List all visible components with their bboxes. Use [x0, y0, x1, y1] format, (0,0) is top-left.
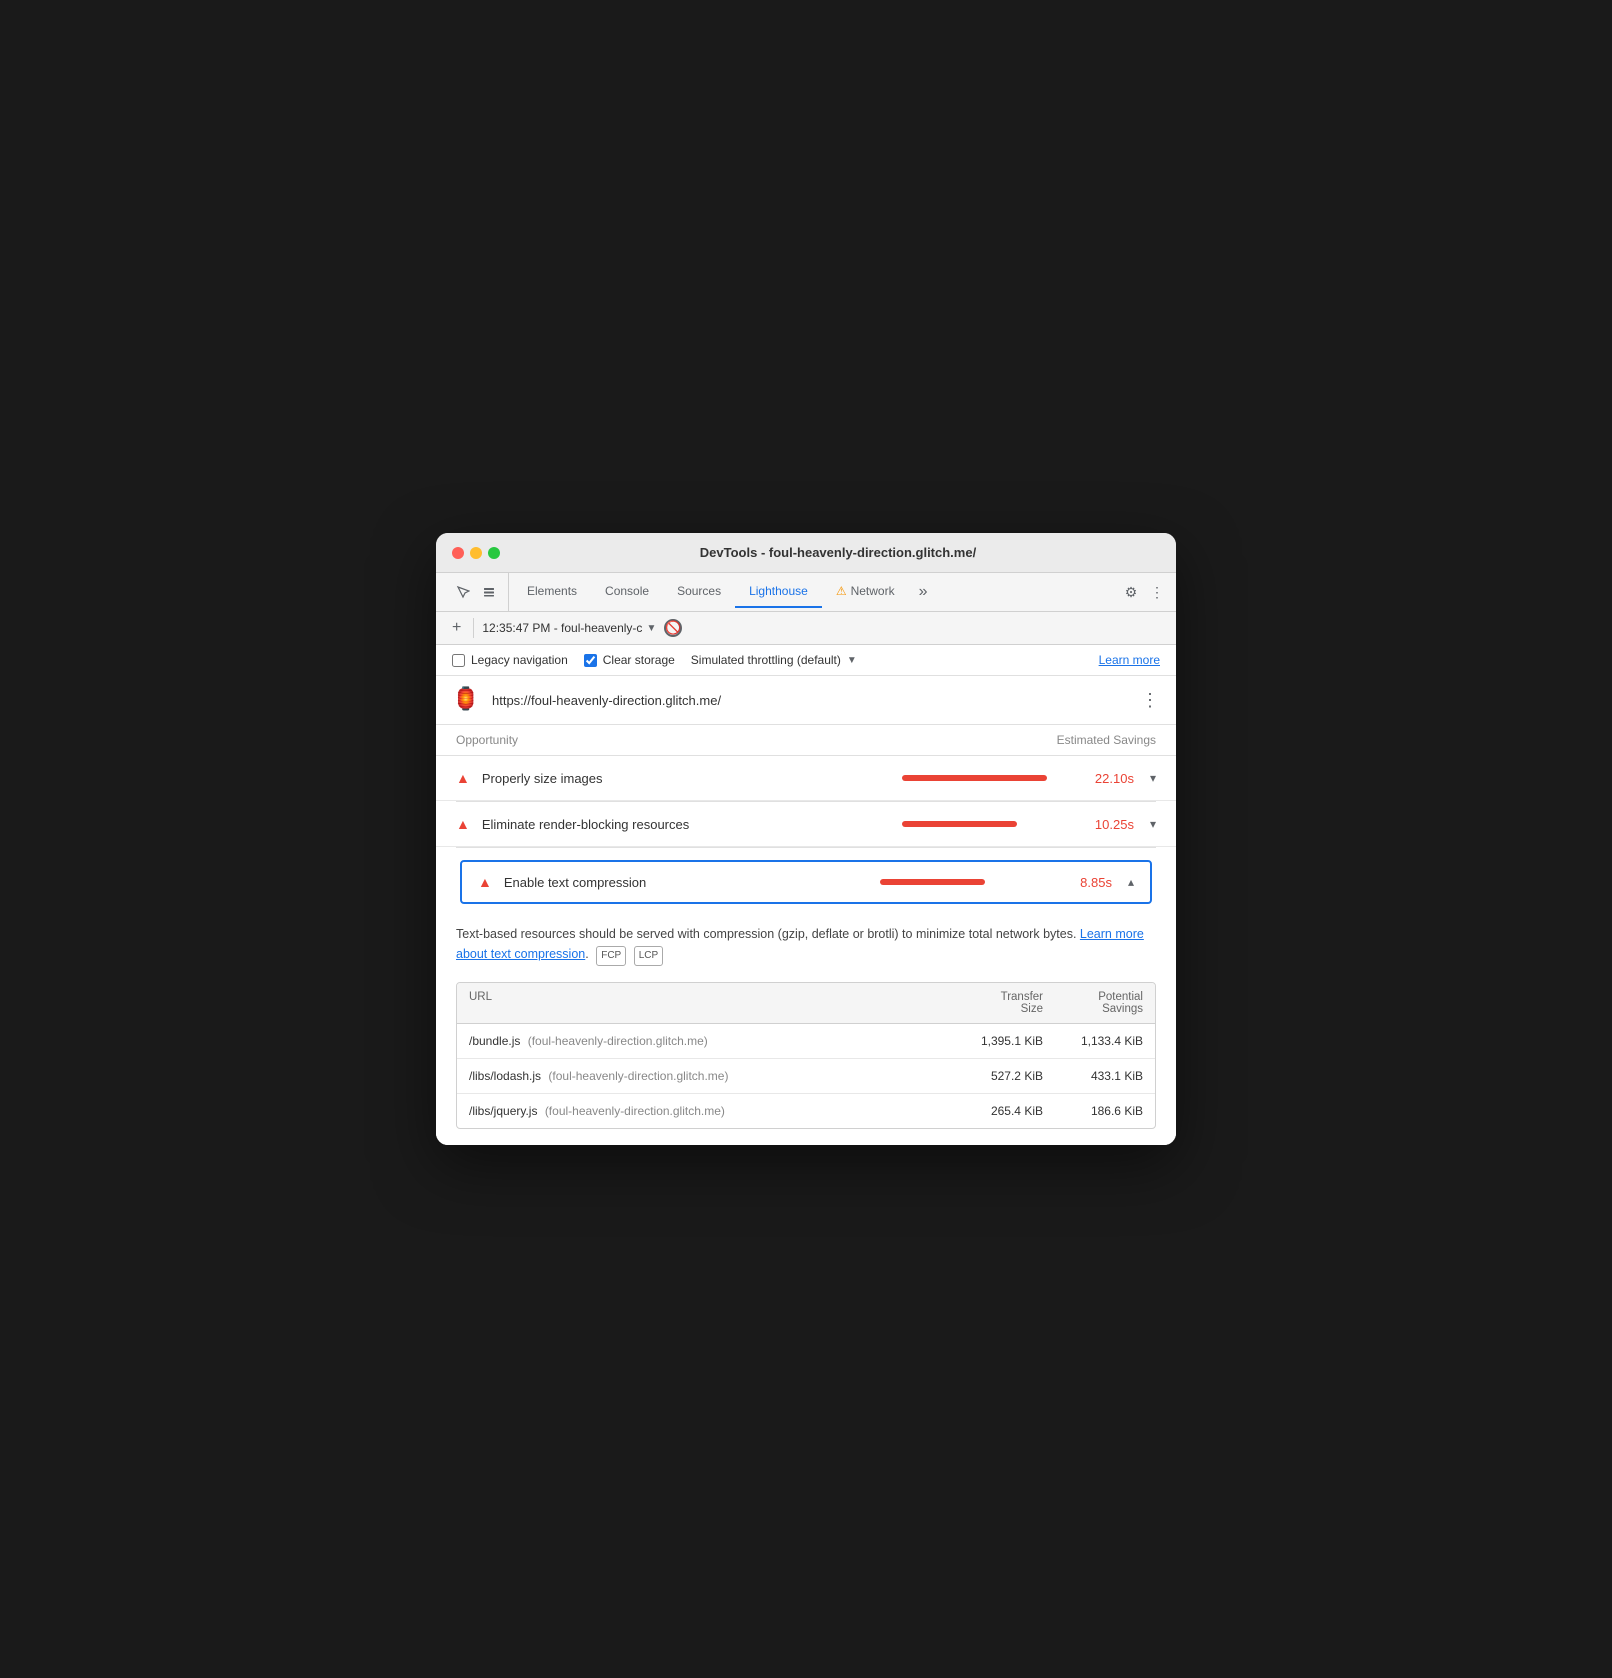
- table-cell-transfer-3: 265.4 KiB: [943, 1104, 1043, 1118]
- tab-icons: [444, 573, 509, 611]
- fcp-badge: FCP: [596, 946, 626, 966]
- secondary-bar: + 12:35:47 PM - foul-heavenly-c ▼ 🚫: [436, 612, 1176, 645]
- table-row-1: /bundle.js (foul-heavenly-direction.glit…: [457, 1024, 1155, 1059]
- opportunity-row-2[interactable]: ▲ Eliminate render-blocking resources 10…: [436, 802, 1176, 847]
- title-bar: DevTools - foul-heavenly-direction.glitc…: [436, 533, 1176, 573]
- table-cell-url-2: /libs/lodash.js (foul-heavenly-direction…: [469, 1069, 943, 1083]
- table-cell-url-1: /bundle.js (foul-heavenly-direction.glit…: [469, 1034, 943, 1048]
- detail-table: URL TransferSize PotentialSavings /bundl…: [456, 982, 1156, 1129]
- tab-sources[interactable]: Sources: [663, 576, 735, 608]
- detail-table-header: URL TransferSize PotentialSavings: [457, 983, 1155, 1024]
- warning-triangle-icon-2: ▲: [456, 816, 470, 832]
- table-cell-savings-2: 433.1 KiB: [1043, 1069, 1143, 1083]
- warning-triangle-icon-3: ▲: [478, 874, 492, 890]
- chevron-down-icon-2: ▾: [1150, 817, 1156, 831]
- expanded-detail: Text-based resources should be served wi…: [436, 912, 1176, 1145]
- lcp-badge: LCP: [634, 946, 663, 966]
- warning-triangle-icon-1: ▲: [456, 770, 470, 786]
- layers-icon[interactable]: [478, 581, 500, 603]
- tab-elements[interactable]: Elements: [513, 576, 591, 608]
- url-col-header: URL: [469, 991, 943, 1015]
- clear-storage-input[interactable]: [584, 654, 597, 667]
- tab-lighthouse[interactable]: Lighthouse: [735, 576, 822, 608]
- red-bar-2: [902, 821, 1017, 827]
- warning-icon: ⚠: [836, 584, 847, 598]
- no-entry-icon[interactable]: 🚫: [664, 619, 682, 637]
- red-bar-1: [902, 775, 1047, 781]
- throttle-selector: Simulated throttling (default) ▼: [691, 653, 857, 667]
- savings-bar-3: [880, 879, 1040, 885]
- options-bar: Legacy navigation Clear storage Simulate…: [436, 645, 1176, 676]
- savings-bar-1: [902, 775, 1062, 781]
- tab-actions: ⚙ ⋮: [1120, 581, 1168, 603]
- url-more-icon[interactable]: ⋮: [1141, 690, 1160, 711]
- dropdown-arrow-icon: ▼: [646, 623, 656, 634]
- savings-bar-2: [902, 821, 1062, 827]
- url-bar: 🏮 https://foul-heavenly-direction.glitch…: [436, 676, 1176, 725]
- chevron-down-icon-1: ▾: [1150, 771, 1156, 785]
- chevron-up-icon-3: ▴: [1128, 875, 1134, 889]
- detail-description: Text-based resources should be served wi…: [456, 924, 1156, 966]
- tabs-bar: Elements Console Sources Lighthouse ⚠ Ne…: [436, 573, 1176, 612]
- savings-value-3: 8.85s: [1052, 875, 1112, 890]
- table-cell-transfer-2: 527.2 KiB: [943, 1069, 1043, 1083]
- opportunity-row-3-expanded[interactable]: ▲ Enable text compression 8.85s ▴: [460, 860, 1152, 904]
- window-title: DevTools - foul-heavenly-direction.glitc…: [516, 545, 1160, 560]
- devtools-window: DevTools - foul-heavenly-direction.glitc…: [436, 533, 1176, 1145]
- red-bar-3: [880, 879, 985, 885]
- add-button[interactable]: +: [448, 619, 465, 637]
- close-button[interactable]: [452, 547, 464, 559]
- minimize-button[interactable]: [470, 547, 482, 559]
- clear-storage-checkbox[interactable]: Clear storage: [584, 653, 675, 667]
- table-row-2: /libs/lodash.js (foul-heavenly-direction…: [457, 1059, 1155, 1094]
- savings-col-header: Estimated Savings: [1057, 733, 1156, 747]
- table-cell-savings-1: 1,133.4 KiB: [1043, 1034, 1143, 1048]
- opportunity-row-1[interactable]: ▲ Properly size images 22.10s ▾: [436, 756, 1176, 801]
- maximize-button[interactable]: [488, 547, 500, 559]
- table-row-3: /libs/jquery.js (foul-heavenly-direction…: [457, 1094, 1155, 1128]
- table-cell-savings-3: 186.6 KiB: [1043, 1104, 1143, 1118]
- opportunity-name-1: Properly size images: [482, 771, 890, 786]
- legacy-navigation-input[interactable]: [452, 654, 465, 667]
- more-tabs-button[interactable]: »: [911, 575, 936, 609]
- potential-col-header: PotentialSavings: [1043, 991, 1143, 1015]
- tab-network[interactable]: ⚠ Network: [822, 576, 909, 608]
- table-cell-url-3: /libs/jquery.js (foul-heavenly-direction…: [469, 1104, 943, 1118]
- tab-console[interactable]: Console: [591, 576, 663, 608]
- opportunity-name-2: Eliminate render-blocking resources: [482, 817, 890, 832]
- url-display: https://foul-heavenly-direction.glitch.m…: [492, 693, 1129, 708]
- throttle-dropdown-icon[interactable]: ▼: [847, 655, 857, 666]
- transfer-col-header: TransferSize: [943, 991, 1043, 1015]
- cursor-icon[interactable]: [452, 581, 474, 603]
- legacy-navigation-checkbox[interactable]: Legacy navigation: [452, 653, 568, 667]
- column-headers: Opportunity Estimated Savings: [436, 725, 1176, 756]
- opportunity-col-header: Opportunity: [456, 733, 518, 747]
- settings-icon[interactable]: ⚙: [1120, 581, 1142, 603]
- timestamp-selector[interactable]: 12:35:47 PM - foul-heavenly-c ▼: [482, 621, 656, 635]
- traffic-lights: [452, 547, 500, 559]
- more-vert-icon[interactable]: ⋮: [1146, 581, 1168, 603]
- learn-more-link[interactable]: Learn more: [1099, 653, 1160, 667]
- devtools-body: Elements Console Sources Lighthouse ⚠ Ne…: [436, 573, 1176, 1145]
- savings-value-2: 10.25s: [1074, 817, 1134, 832]
- expanded-row-container: ▲ Enable text compression 8.85s ▴: [436, 848, 1176, 912]
- opportunity-name-3: Enable text compression: [504, 875, 868, 890]
- table-cell-transfer-1: 1,395.1 KiB: [943, 1034, 1043, 1048]
- lighthouse-logo-icon: 🏮: [452, 686, 480, 714]
- savings-value-1: 22.10s: [1074, 771, 1134, 786]
